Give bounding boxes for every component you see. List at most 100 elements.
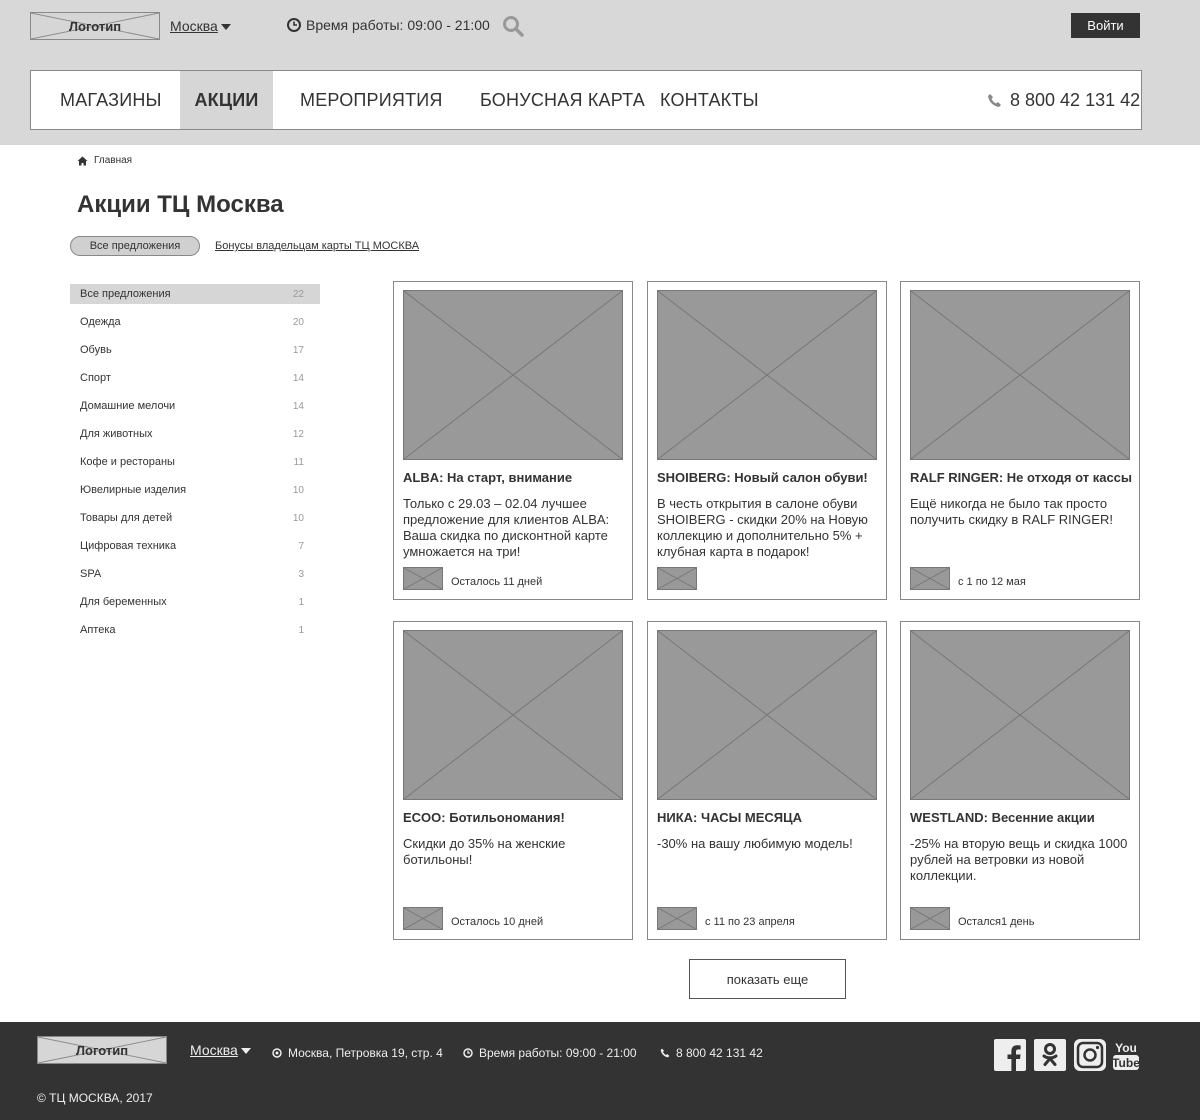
sidebar-item[interactable]: SPA 3 xyxy=(70,564,320,584)
city-selector[interactable]: Москва xyxy=(170,18,231,34)
sidebar-item-count: 10 xyxy=(292,512,304,524)
sidebar-item[interactable]: Обувь 17 xyxy=(70,340,320,360)
store-logo-thumb xyxy=(403,567,443,590)
sidebar-item-label: Обувь xyxy=(80,344,112,356)
header-phone[interactable]: 8 800 42 131 42 xyxy=(987,71,1140,129)
nav-item-promotions[interactable]: АКЦИИ xyxy=(180,71,273,129)
promo-card[interactable]: WESTLAND: Весенние акции -25% на вторую в… xyxy=(900,621,1140,940)
sidebar-item-label: SPA xyxy=(80,568,102,580)
promo-card[interactable]: RALF RINGER: Не отходя от кассы Ещё никог… xyxy=(900,281,1140,600)
sidebar-item[interactable]: Товары для детей 10 xyxy=(70,508,320,528)
promo-title[interactable]: RALF RINGER: Не отходя от кассы xyxy=(910,470,1132,486)
promo-description: Только с 29.03 – 02.04 лучшее предложени… xyxy=(403,496,610,559)
store-logo-thumb xyxy=(657,567,697,590)
sidebar-item[interactable]: Домашние мелочи 14 xyxy=(70,396,320,416)
phone-icon xyxy=(660,1048,670,1058)
promo-title[interactable]: WESTLAND: Весенние акции xyxy=(910,810,1132,826)
location-icon xyxy=(272,1048,282,1058)
breadcrumb: Главная xyxy=(77,155,132,166)
footer-phone-text: 8 800 42 131 42 xyxy=(676,1046,763,1060)
page-title: Акции ТЦ Москва xyxy=(77,191,284,218)
sidebar-item[interactable]: Цифровая техника 7 xyxy=(70,536,320,556)
promo-title[interactable]: SHOIBERG: Новый салон обуви! xyxy=(657,470,879,486)
sidebar-item-label: Для беременных xyxy=(80,596,167,608)
sidebar-item[interactable]: Кофе и рестораны 11 xyxy=(70,452,320,472)
sidebar-item[interactable]: Для животных 12 xyxy=(70,424,320,444)
header: Логотип Москва Время работы: 09:00 - 21:… xyxy=(0,0,1200,145)
sidebar-item-count: 1 xyxy=(298,624,304,636)
sidebar-item-label: Все предложения xyxy=(80,288,171,300)
promo-image xyxy=(403,630,623,800)
footer-hours-text: Время работы: 09:00 - 21:00 xyxy=(479,1046,637,1060)
sidebar-item[interactable]: Аптека 1 xyxy=(70,620,320,640)
instagram-icon[interactable] xyxy=(1074,1039,1106,1071)
sidebar-item[interactable]: Все предложения 22 xyxy=(70,284,320,304)
phone-icon xyxy=(988,93,1001,107)
sidebar-item-label: Кофе и рестораны xyxy=(80,456,175,468)
breadcrumb-home[interactable]: Главная xyxy=(94,155,132,166)
sidebar-item-count: 10 xyxy=(292,484,304,496)
promo-duration: с 11 по 23 апреля xyxy=(705,916,795,928)
store-logo-thumb xyxy=(657,907,697,930)
working-hours: Время работы: 09:00 - 21:00 xyxy=(287,17,490,33)
promo-description: Скидки до 35% на женские ботильоны! xyxy=(403,836,566,867)
footer-address: Москва, Петровка 19, стр. 4 xyxy=(272,1046,443,1060)
sidebar-item-count: 12 xyxy=(292,428,304,440)
search-icon[interactable] xyxy=(502,15,524,37)
footer-logo[interactable]: Логотип xyxy=(37,1036,167,1064)
promo-duration: Осталось 10 дней xyxy=(451,916,544,928)
sidebar-item-count: 3 xyxy=(298,568,304,580)
sidebar-item-label: Цифровая техника xyxy=(80,540,177,552)
sidebar-item[interactable]: Спорт 14 xyxy=(70,368,320,388)
promo-card[interactable]: НИКА: ЧАСЫ МЕСЯЦА -30% на вашу любимую мо… xyxy=(647,621,887,940)
sidebar-item-count: 11 xyxy=(293,456,304,468)
promo-description: -25% на вторую вещь и скидка 1000 рублей… xyxy=(910,836,1128,883)
store-logo-thumb xyxy=(910,907,950,930)
sidebar-item-label: Домашние мелочи xyxy=(80,400,176,412)
promo-image xyxy=(403,290,623,460)
facebook-icon[interactable] xyxy=(994,1039,1026,1071)
promo-image xyxy=(910,630,1130,800)
promo-card[interactable]: ALBA: На старт, внимание Только с 29.03 –… xyxy=(393,281,633,600)
footer-city-selector[interactable]: Москва xyxy=(190,1042,251,1058)
logo[interactable]: Логотип xyxy=(30,12,160,40)
odnoklassniki-icon[interactable] xyxy=(1034,1039,1066,1071)
filter-bonus-link[interactable]: Бонусы владельцам карты ТЦ МОСКВА xyxy=(215,240,419,252)
nav-item-events[interactable]: МЕРОПРИЯТИЯ xyxy=(300,71,443,129)
promo-title[interactable]: ECOO: Ботильономания! xyxy=(403,810,625,826)
clock-icon xyxy=(287,18,301,32)
svg-text:You: You xyxy=(1115,1041,1137,1055)
nav-item-stores[interactable]: МАГАЗИНЫ xyxy=(60,71,162,129)
promo-description: -30% на вашу любимую модель! xyxy=(657,836,853,851)
home-icon[interactable] xyxy=(77,156,88,166)
footer-logo-text: Логотип xyxy=(75,1042,129,1058)
sidebar-item-label: Ювелирные изделия xyxy=(80,484,187,496)
login-button[interactable]: Войти xyxy=(1071,13,1140,38)
store-logo-thumb xyxy=(910,567,950,590)
sidebar-item-label: Аптека xyxy=(80,624,116,636)
promo-card[interactable]: SHOIBERG: Новый салон обуви! В честь откр… xyxy=(647,281,887,600)
promo-duration: с 1 по 12 мая xyxy=(958,576,1026,588)
promo-title[interactable]: НИКА: ЧАСЫ МЕСЯЦА xyxy=(657,810,879,826)
youtube-icon[interactable]: You Tube xyxy=(1112,1039,1140,1071)
sidebar-item[interactable]: Одежда 20 xyxy=(70,312,320,332)
filter-all-offers[interactable]: Все предложения xyxy=(70,236,200,256)
store-logo-thumb xyxy=(403,907,443,930)
city-label: Москва xyxy=(170,18,218,34)
sidebar-item-count: 14 xyxy=(292,400,304,412)
sidebar-item[interactable]: Для беременных 1 xyxy=(70,592,320,612)
nav-item-contacts[interactable]: КОНТАКТЫ xyxy=(660,71,759,129)
header-phone-text: 8 800 42 131 42 xyxy=(1010,89,1141,110)
promo-card[interactable]: ECOO: Ботильономания! Скидки до 35% на же… xyxy=(393,621,633,940)
clock-icon xyxy=(463,1048,473,1058)
sidebar-item[interactable]: Ювелирные изделия 10 xyxy=(70,480,320,500)
working-hours-text: Время работы: 09:00 - 21:00 xyxy=(306,17,490,33)
nav-item-bonus-card[interactable]: БОНУСНАЯ КАРТА xyxy=(480,71,645,129)
show-more-button[interactable]: показать еще xyxy=(689,959,846,999)
footer-phone[interactable]: 8 800 42 131 42 xyxy=(660,1046,763,1060)
promo-image xyxy=(657,290,877,460)
promo-description: Ещё никогда не было так просто получить … xyxy=(910,496,1113,527)
footer-city-label: Москва xyxy=(190,1042,238,1058)
sidebar-item-count: 22 xyxy=(292,288,304,300)
promo-title[interactable]: ALBA: На старт, внимание xyxy=(403,470,625,486)
